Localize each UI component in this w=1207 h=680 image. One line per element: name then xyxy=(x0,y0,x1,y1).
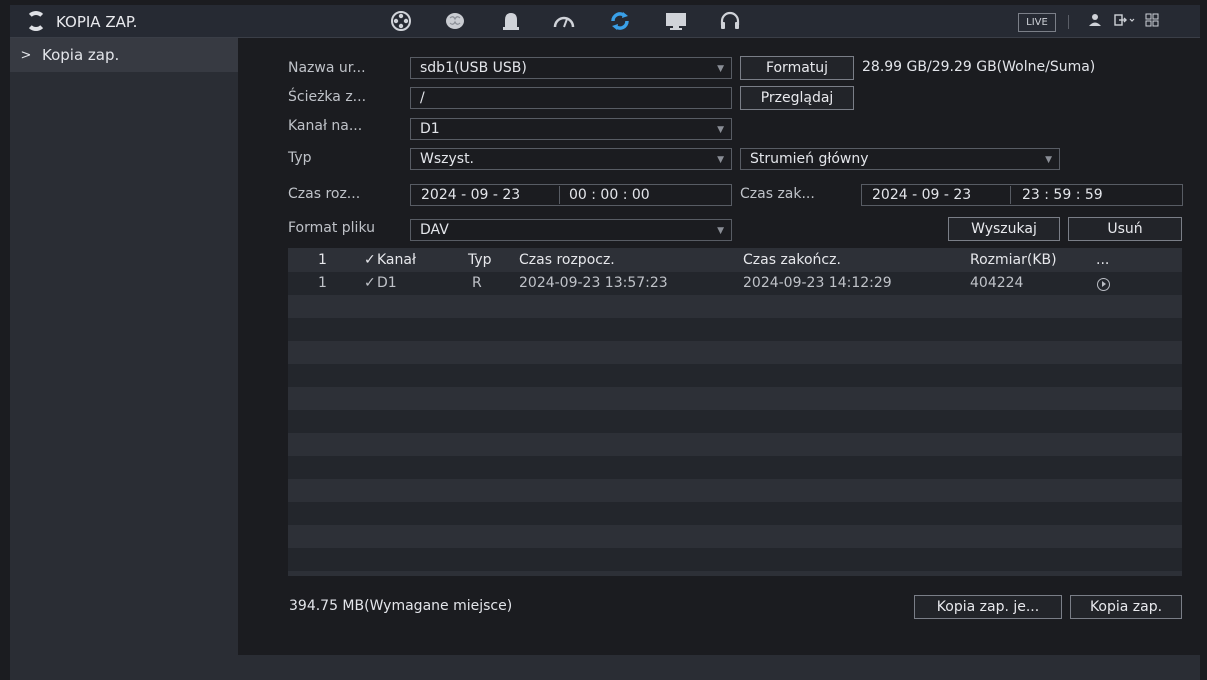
format-button[interactable]: Formatuj xyxy=(740,56,854,80)
film-reel-icon[interactable] xyxy=(388,10,414,32)
row-channel: D1 xyxy=(377,275,397,291)
table-row-empty xyxy=(288,433,1182,456)
table-row-empty xyxy=(288,364,1182,387)
chevron-down-icon: ▼ xyxy=(717,64,724,74)
grid-icon[interactable] xyxy=(1145,13,1159,31)
chevron-down-icon: ▼ xyxy=(717,226,724,236)
chevron-down-icon: ▼ xyxy=(717,125,724,135)
backup-button[interactable]: Kopia zap. xyxy=(1070,595,1182,619)
speedometer-icon[interactable] xyxy=(551,10,577,32)
chevron-right-icon: > xyxy=(20,47,32,63)
table-row-empty xyxy=(288,295,1182,318)
col-channel-header[interactable]: Kanał xyxy=(377,252,416,268)
col-type-header[interactable]: Typ xyxy=(468,252,492,268)
table-row-empty xyxy=(288,341,1182,364)
device-select[interactable]: sdb1(USB USB) ▼ xyxy=(410,57,732,79)
logout-icon[interactable] xyxy=(1114,13,1136,31)
path-label: Ścieżka z... xyxy=(288,89,367,105)
row-checkbox[interactable]: ✓ xyxy=(364,275,376,291)
backup-logo-icon xyxy=(26,11,46,31)
type-label: Typ xyxy=(288,150,312,166)
results-table: 1 ✓ Kanał Typ Czas rozpocz. Czas zakończ… xyxy=(288,248,1182,576)
delete-button[interactable]: Usuń xyxy=(1068,217,1182,241)
end-date[interactable]: 2024 - 09 - 23 xyxy=(872,185,971,205)
device-label: Nazwa ur... xyxy=(288,60,366,76)
sidebar-item-label: Kopia zap. xyxy=(42,46,120,64)
start-time-label: Czas roz... xyxy=(288,186,361,202)
backup-panel: Nazwa ur... sdb1(USB USB) ▼ Formatuj 28.… xyxy=(238,38,1200,655)
table-row-empty xyxy=(288,410,1182,433)
status-bar xyxy=(238,655,1200,680)
start-date[interactable]: 2024 - 09 - 23 xyxy=(421,185,520,205)
backup-encrypted-button[interactable]: Kopia zap. je... xyxy=(914,595,1062,619)
table-row-empty xyxy=(288,479,1182,502)
start-datetime-field[interactable]: 2024 - 09 - 23 00 : 00 : 00 xyxy=(410,184,732,206)
live-button[interactable]: LIVE xyxy=(1018,13,1056,32)
play-icon[interactable] xyxy=(1097,278,1110,295)
search-button[interactable]: Wyszukaj xyxy=(948,217,1060,241)
divider xyxy=(1068,15,1069,29)
type-value: Wszyst. xyxy=(420,151,475,167)
row-size: 404224 xyxy=(970,275,1024,291)
select-all-checkbox[interactable]: ✓ xyxy=(364,252,376,268)
chevron-down-icon: ▼ xyxy=(1045,155,1052,165)
table-row-empty xyxy=(288,548,1182,571)
divider xyxy=(1010,186,1011,204)
row-start-time: 2024-09-23 13:57:23 xyxy=(519,275,668,291)
row-index: 1 xyxy=(318,275,327,291)
col-size-header[interactable]: Rozmiar(KB) xyxy=(970,252,1057,268)
browse-button[interactable]: Przeglądaj xyxy=(740,86,854,110)
capacity-text: 28.99 GB/29.29 GB(Wolne/Suma) xyxy=(862,59,1096,75)
required-space-text: 394.75 MB(Wymagane miejsce) xyxy=(289,598,513,614)
table-row-empty xyxy=(288,502,1182,525)
path-field[interactable]: / xyxy=(410,87,732,109)
end-datetime-field[interactable]: 2024 - 09 - 23 23 : 59 : 59 xyxy=(861,184,1183,206)
sidebar: > Kopia zap. xyxy=(10,38,238,680)
table-body: 1 ✓ D1 R 2024-09-23 13:57:23 2024-09-23 … xyxy=(288,272,1182,571)
table-row-empty xyxy=(288,387,1182,410)
app-title: KOPIA ZAP. xyxy=(56,13,138,31)
stream-value: Strumień główny xyxy=(750,151,869,167)
monitor-icon[interactable] xyxy=(663,10,689,32)
file-format-value: DAV xyxy=(420,222,449,238)
channel-label: Kanał na... xyxy=(288,118,363,134)
file-format-label: Format pliku xyxy=(288,220,376,236)
top-bar: KOPIA ZAP. LIVE xyxy=(10,5,1200,38)
alarm-bell-icon[interactable] xyxy=(498,10,524,32)
channel-value: D1 xyxy=(420,121,440,137)
user-icon[interactable] xyxy=(1088,13,1102,31)
row-type: R xyxy=(472,275,482,291)
row-end-time: 2024-09-23 14:12:29 xyxy=(743,275,892,291)
table-row-empty xyxy=(288,456,1182,479)
table-row[interactable]: 1 ✓ D1 R 2024-09-23 13:57:23 2024-09-23 … xyxy=(288,272,1182,295)
col-start-header[interactable]: Czas rozpocz. xyxy=(519,252,615,268)
sidebar-item-backup[interactable]: > Kopia zap. xyxy=(10,38,238,72)
table-header: 1 ✓ Kanał Typ Czas rozpocz. Czas zakończ… xyxy=(288,248,1182,272)
end-time-label: Czas zak... xyxy=(740,186,815,202)
divider xyxy=(559,186,560,204)
brain-icon[interactable] xyxy=(442,10,468,32)
type-select[interactable]: Wszyst. ▼ xyxy=(410,148,732,170)
backup-sync-icon[interactable] xyxy=(607,10,633,32)
start-time[interactable]: 00 : 00 : 00 xyxy=(569,185,650,205)
col-more-header[interactable]: ... xyxy=(1096,252,1109,268)
col-index-header: 1 xyxy=(318,252,327,268)
channel-select[interactable]: D1 ▼ xyxy=(410,118,732,140)
headset-icon[interactable] xyxy=(717,10,743,32)
stream-select[interactable]: Strumień główny ▼ xyxy=(740,148,1060,170)
table-row-empty xyxy=(288,318,1182,341)
file-format-select[interactable]: DAV ▼ xyxy=(410,219,732,241)
table-row-empty xyxy=(288,525,1182,548)
col-end-header[interactable]: Czas zakończ. xyxy=(743,252,841,268)
end-time[interactable]: 23 : 59 : 59 xyxy=(1022,185,1103,205)
chevron-down-icon: ▼ xyxy=(717,155,724,165)
device-value: sdb1(USB USB) xyxy=(420,60,527,76)
